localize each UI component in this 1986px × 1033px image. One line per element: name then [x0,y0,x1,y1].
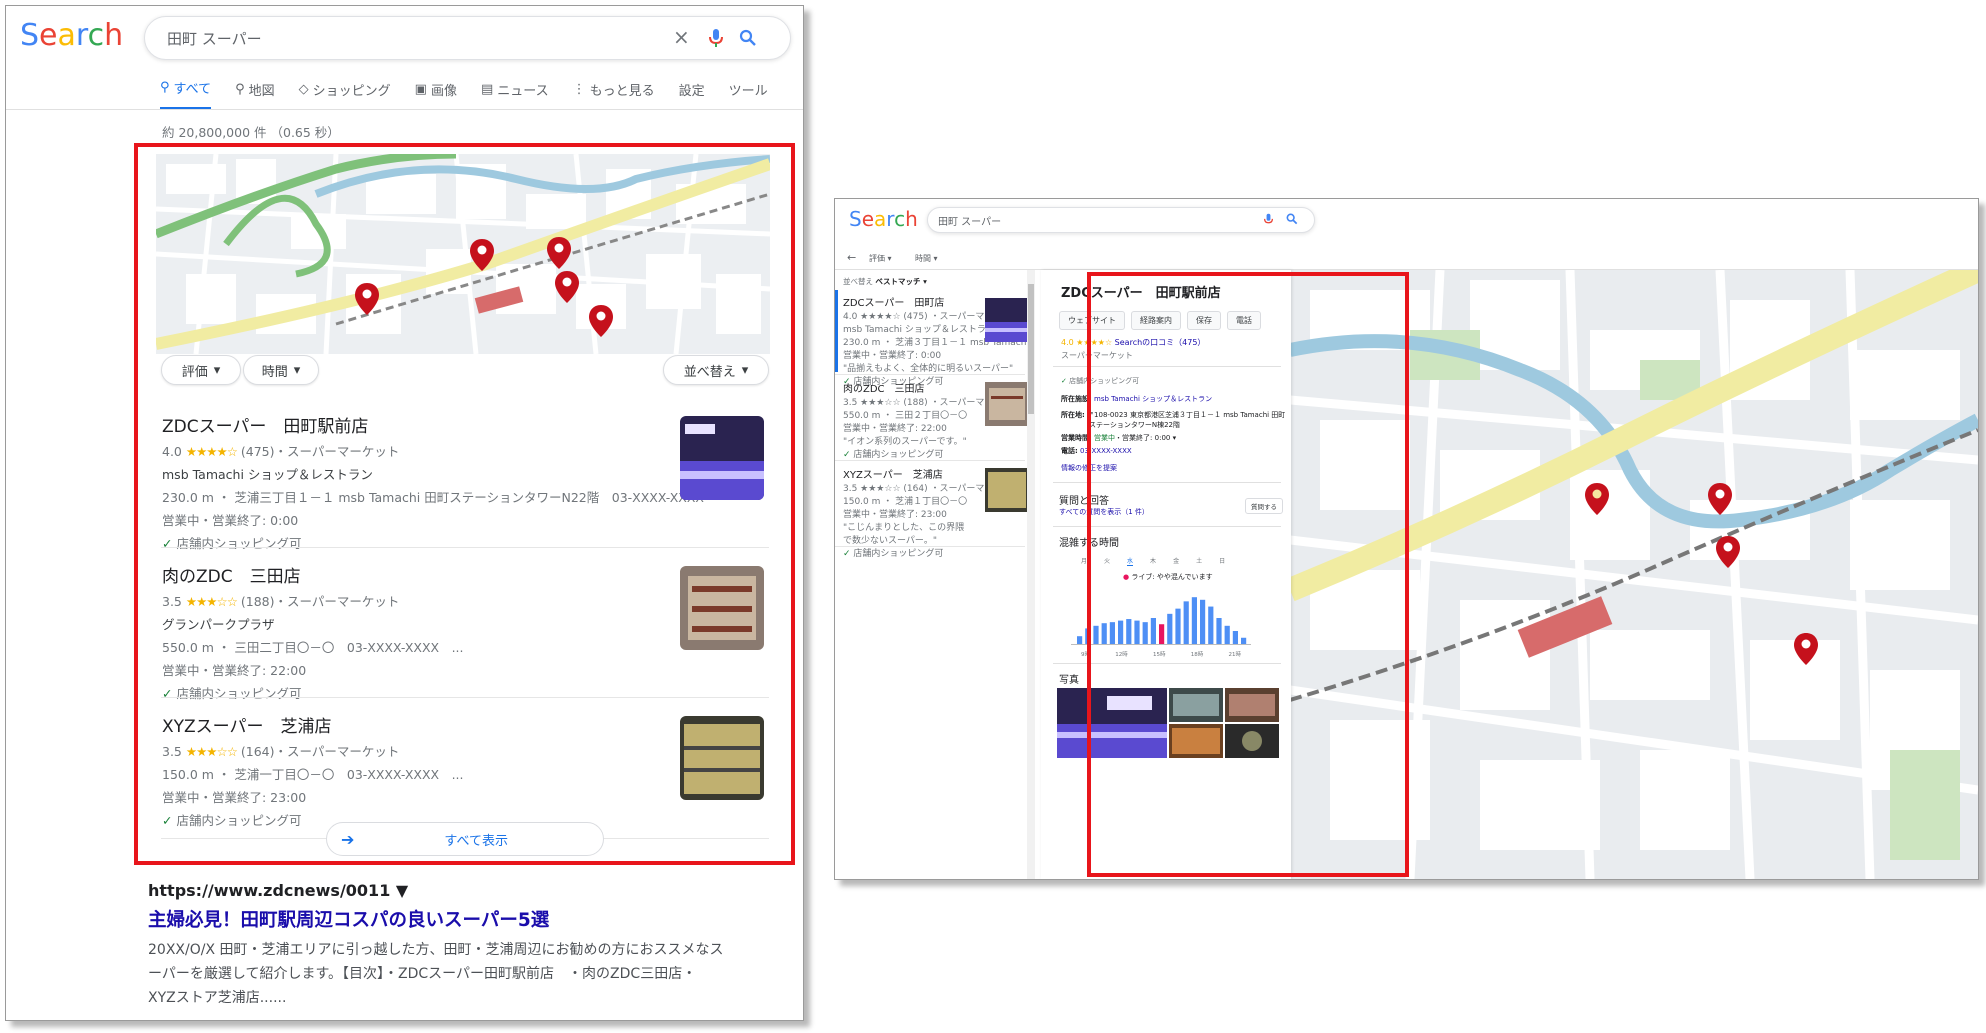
search-logo: Search [20,18,124,53]
filter-rating[interactable]: 評価 ▾ [869,253,892,264]
search-tabs: ⚲ すべて ⚲ 地図 ◇ ショッピング ▣ 画像 ▤ ニュース ⋮ もっと見る 設定 ツール [160,78,768,110]
business-photo[interactable] [985,298,1029,342]
map-pin-icon[interactable] [1793,632,1819,666]
tab-news[interactable]: ▤ ニュース [481,78,549,110]
check-icon: ✓ [1061,377,1067,385]
result-url[interactable]: https://www.zdcnews/0011 ▼ [148,881,408,900]
search-box[interactable]: 田町 スーパー [927,207,1315,233]
search-input[interactable]: 田町 スーパー [167,28,262,49]
search-icon[interactable] [1286,213,1298,225]
tag-icon: ◇ [298,81,309,97]
tab-all[interactable]: ⚲ すべて [160,78,212,110]
selected-indicator [835,290,838,372]
tab-more[interactable]: ⋮ もっと見る [573,78,655,110]
business-photo[interactable] [985,468,1029,512]
check-icon: ✓ [843,549,851,559]
map-pin-icon[interactable] [1715,535,1741,569]
search-box[interactable]: 田町 スーパー × [144,16,791,60]
search-logo: Search [849,207,918,231]
business-photo[interactable] [985,382,1029,426]
list-divider [835,374,1025,375]
result-title[interactable]: 主婦必見！田町駅周辺コスパの良いスーパー5選 [148,906,549,932]
results-list-panel: 並べ替え ベストマッチ ▾ ZDCスーパー 田町店 4.0 ★★★★☆ (475… [835,270,1035,879]
list-scrollbar[interactable] [1027,270,1035,879]
result-stats: 約 20,800,000 件 （0.65 秒） [162,125,340,140]
map-pin-icon[interactable] [1707,482,1733,516]
back-arrow-icon[interactable]: ← [847,251,856,264]
popular-times-bar [1077,636,1083,644]
map-pin-icon[interactable] [1584,482,1610,516]
list-divider [835,460,1025,461]
search-icon: ⚲ [160,80,170,95]
filter-hours[interactable]: 時間 ▾ [915,253,938,264]
microphone-icon[interactable] [1264,213,1273,226]
highlight-place-detail [1087,272,1409,877]
tab-shopping[interactable]: ◇ ショッピング [299,78,391,110]
pin-icon: ⚲ [235,81,245,97]
tab-tools[interactable]: ツール [729,78,768,110]
image-icon: ▣ [414,81,427,97]
list-item[interactable]: 肉のZDC 三田店 3.5 ★★★☆☆ (188) ・スーパーマーケ... 55… [843,380,1011,460]
clear-icon[interactable]: × [673,25,690,49]
more-icon: ⋮ [572,81,586,97]
tab-settings[interactable]: 設定 [679,78,705,110]
list-divider [835,546,1025,547]
search-icon[interactable] [739,29,757,47]
highlight-local-pack [134,143,795,865]
sort-dropdown[interactable]: ベストマッチ ▾ [875,277,927,286]
tab-map[interactable]: ⚲ 地図 [235,78,275,110]
news-icon: ▤ [480,81,494,97]
search-input[interactable]: 田町 スーパー [938,213,1001,228]
check-icon: ✓ [843,450,851,460]
microphone-icon[interactable] [709,29,723,47]
tabs-divider [6,109,803,110]
result-snippet: 20XX/O/X 田町・芝浦エリアに引っ越した方、田町・芝浦周辺にお勧めの方にお… [148,942,724,1006]
tab-images[interactable]: ▣ 画像 [415,78,457,110]
